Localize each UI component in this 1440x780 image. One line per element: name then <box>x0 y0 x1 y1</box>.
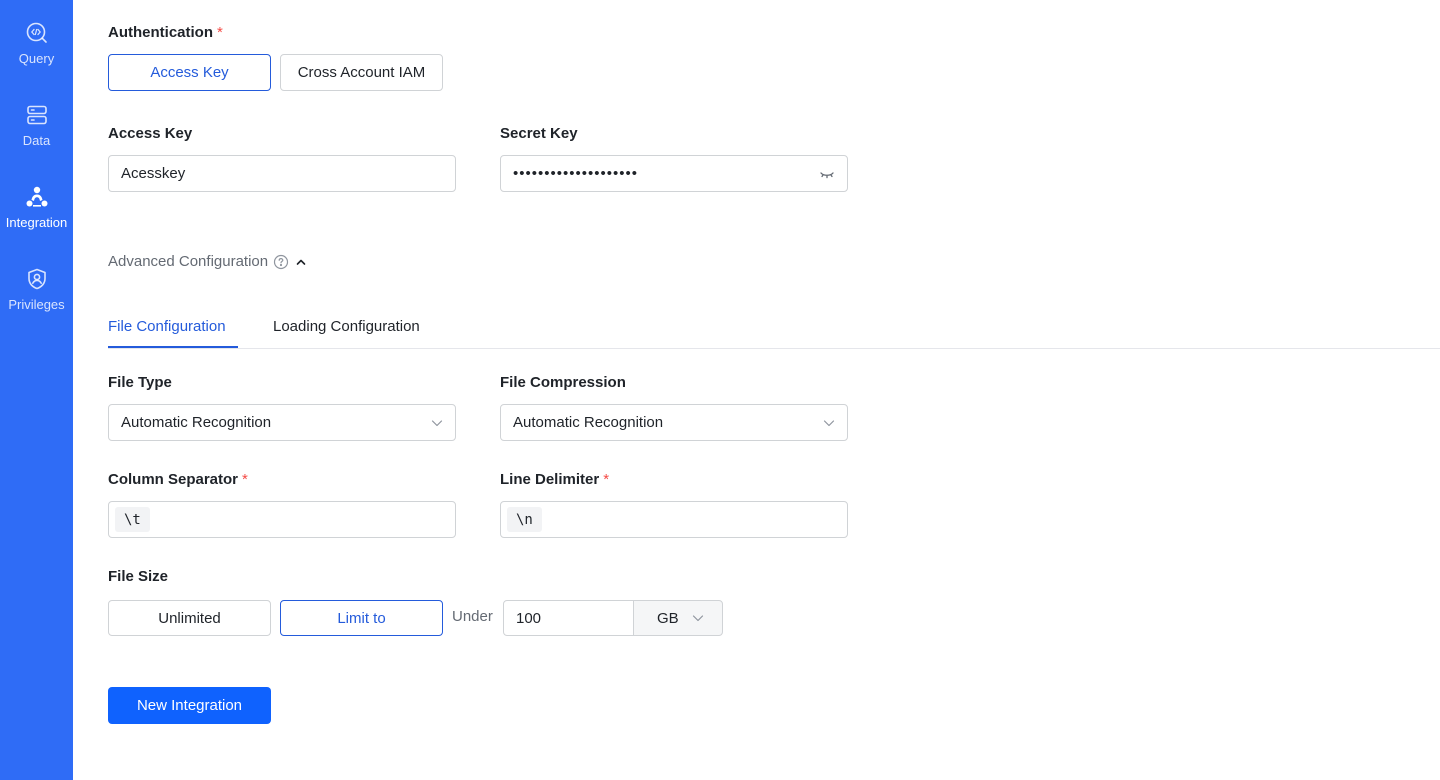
secret-key-label: Secret Key <box>500 125 578 142</box>
chevron-up-icon[interactable] <box>295 256 307 268</box>
authentication-label-text: Authentication <box>108 24 213 41</box>
query-icon <box>26 22 47 43</box>
tabs-divider <box>108 348 1440 349</box>
secret-key-value: •••••••••••••••••••• <box>513 165 639 182</box>
file-size-label: File Size <box>108 568 169 585</box>
file-compression-select[interactable]: Automatic Recognition <box>500 404 848 441</box>
line-delimiter-label: Line Delimiter * <box>500 470 609 490</box>
sidebar-item-privileges[interactable]: Privileges <box>0 267 73 337</box>
file-type-select[interactable]: Automatic Recognition <box>108 404 456 441</box>
column-separator-input[interactable]: \t <box>108 501 456 538</box>
required-mark: * <box>603 471 610 488</box>
line-delimiter-tag: \n <box>507 507 542 532</box>
sidebar-item-integration[interactable]: Integration <box>0 185 73 255</box>
column-separator-tag: \t <box>115 507 150 532</box>
access-key-label: Access Key <box>108 125 193 142</box>
file-compression-label: File Compression <box>500 374 626 391</box>
shield-user-icon <box>27 268 46 290</box>
sidebar-item-label: Data <box>22 133 51 148</box>
integration-icon <box>26 186 47 207</box>
line-delimiter-label-text: Line Delimiter <box>500 471 600 488</box>
access-key-option-button[interactable]: Access Key <box>108 54 271 91</box>
sidebar-item-data[interactable]: Data <box>0 103 73 173</box>
tab-loading-configuration[interactable]: Loading Configuration <box>273 318 420 348</box>
file-size-unit-value: GB <box>657 609 679 627</box>
access-key-input[interactable]: Acesskey <box>108 155 456 192</box>
unlimited-option-button[interactable]: Unlimited <box>108 600 271 636</box>
under-label: Under <box>452 608 493 625</box>
chevron-down-icon <box>431 419 443 426</box>
access-key-value: Acesskey <box>121 165 186 182</box>
secret-key-input[interactable]: •••••••••••••••••••• <box>500 155 848 192</box>
cross-account-iam-option-button[interactable]: Cross Account IAM <box>280 54 443 91</box>
sidebar: Query Data Integration Privileges <box>0 0 73 780</box>
sidebar-item-label: Integration <box>5 215 68 230</box>
advanced-configuration-toggle[interactable]: Advanced Configuration <box>108 253 307 270</box>
file-size-amount-value: 100 <box>516 609 542 627</box>
active-tab-indicator <box>108 346 238 348</box>
new-integration-button[interactable]: New Integration <box>108 687 271 724</box>
column-separator-label: Column Separator * <box>108 470 248 490</box>
required-mark: * <box>217 24 223 41</box>
sidebar-item-label: Query <box>18 51 55 66</box>
file-type-value: Automatic Recognition <box>121 414 272 431</box>
required-mark: * <box>242 471 248 488</box>
chevron-down-icon <box>823 419 835 426</box>
eye-closed-icon[interactable] <box>819 166 835 182</box>
limit-to-option-button[interactable]: Limit to <box>280 600 443 636</box>
file-type-label: File Type <box>108 374 172 391</box>
file-compression-value: Automatic Recognition <box>513 414 664 431</box>
database-icon <box>26 105 47 125</box>
file-size-amount-input[interactable]: 100 <box>503 600 634 636</box>
tab-file-configuration[interactable]: File Configuration <box>108 318 226 348</box>
chevron-down-icon <box>692 615 704 622</box>
question-circle-icon[interactable] <box>273 254 289 270</box>
line-delimiter-input[interactable]: \n <box>500 501 848 538</box>
authentication-label: Authentication * <box>108 23 223 43</box>
sidebar-item-label: Privileges <box>8 297 65 312</box>
sidebar-item-query[interactable]: Query <box>0 21 73 91</box>
advanced-configuration-label: Advanced Configuration <box>108 253 269 270</box>
column-separator-label-text: Column Separator <box>108 471 239 488</box>
file-size-unit-select[interactable]: GB <box>633 600 723 636</box>
